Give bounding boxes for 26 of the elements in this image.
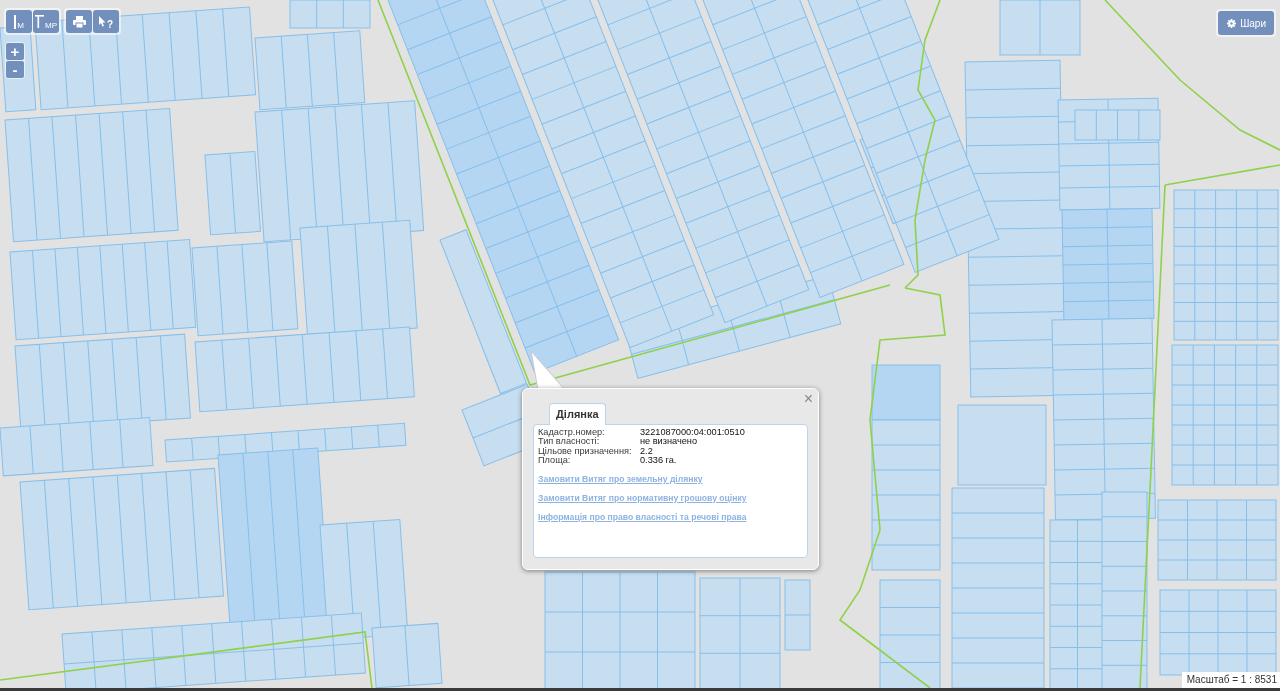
close-button[interactable]: × (803, 391, 813, 407)
field-label: Кадастр.номер: (538, 428, 606, 438)
info-link[interactable]: Замовити Витяг про земельну ділянку (538, 473, 703, 484)
measure-area-button[interactable]: МР (33, 10, 59, 33)
measure-distance-button[interactable]: М (6, 10, 32, 33)
identify-button[interactable]: ? (93, 10, 119, 33)
field-value: 3221087000:04:001:0510 (640, 428, 746, 438)
cursor-icon (98, 16, 106, 27)
field-label: Цільове призначення: (538, 446, 633, 456)
info-link[interactable]: Замовити Витяг про нормативну грошову оцінку (538, 492, 747, 503)
zoom-out-button[interactable]: - (6, 61, 24, 78)
vertical-bar-icon (14, 14, 17, 29)
field-label: Площа: (538, 456, 571, 466)
printer-icon (72, 15, 86, 28)
field-label: Тип власності: (538, 437, 600, 447)
print-button[interactable] (66, 10, 92, 33)
t-bar-icon (35, 15, 44, 28)
layers-button[interactable]: Шари (1218, 11, 1274, 35)
scale-label: Масштаб = 1 : 8531 (1181, 672, 1280, 688)
field-value: 2.2 (640, 446, 654, 457)
parcel-tab[interactable]: Ділянка (549, 403, 606, 425)
field-value: 0.336 га. (640, 456, 678, 466)
gear-icon (1227, 18, 1237, 28)
info-link[interactable]: Інформація про право власності та речові права (538, 511, 747, 522)
field-value: не визначено (640, 437, 699, 447)
zoom-in-button[interactable]: + (6, 43, 24, 60)
